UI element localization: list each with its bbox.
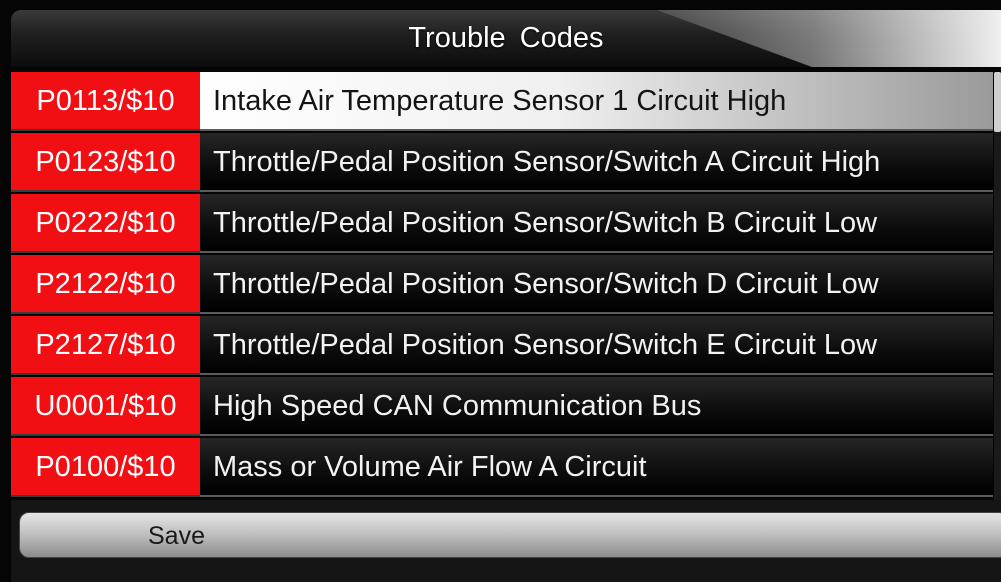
trouble-code-row[interactable]: P0113/$10 Intake Air Temperature Sensor … bbox=[11, 72, 993, 131]
trouble-code-row[interactable]: P0123/$10 Throttle/Pedal Position Sensor… bbox=[11, 133, 993, 192]
code-description: Intake Air Temperature Sensor 1 Circuit … bbox=[200, 72, 993, 131]
trouble-code-list: P0113/$10 Intake Air Temperature Sensor … bbox=[11, 72, 993, 500]
code-description: Throttle/Pedal Position Sensor/Switch A … bbox=[200, 133, 993, 192]
bottom-toolbar: Save bbox=[11, 500, 1001, 582]
save-button[interactable]: Save bbox=[19, 512, 1001, 558]
page-title: Trouble Codes bbox=[408, 22, 604, 54]
code-description: Throttle/Pedal Position Sensor/Switch D … bbox=[200, 255, 993, 314]
code-description: Throttle/Pedal Position Sensor/Switch E … bbox=[200, 316, 993, 375]
code-id: P0100/$10 bbox=[11, 438, 200, 497]
list-scrollbar[interactable] bbox=[994, 72, 1001, 500]
code-id: P2127/$10 bbox=[11, 316, 200, 375]
code-id: P2122/$10 bbox=[11, 255, 200, 314]
trouble-code-row[interactable]: P2122/$10 Throttle/Pedal Position Sensor… bbox=[11, 255, 993, 314]
scrollbar-thumb[interactable] bbox=[994, 72, 1001, 132]
trouble-code-row[interactable]: P0100/$10 Mass or Volume Air Flow A Circ… bbox=[11, 438, 993, 497]
trouble-codes-screen: Trouble Codes P0113/$10 Intake Air Tempe… bbox=[0, 0, 1001, 582]
trouble-code-row[interactable]: P2127/$10 Throttle/Pedal Position Sensor… bbox=[11, 316, 993, 375]
save-button-label: Save bbox=[148, 522, 205, 550]
trouble-code-row[interactable]: P0222/$10 Throttle/Pedal Position Sensor… bbox=[11, 194, 993, 253]
title-bar: Trouble Codes bbox=[11, 10, 1001, 67]
code-description: Throttle/Pedal Position Sensor/Switch B … bbox=[200, 194, 993, 253]
code-description: High Speed CAN Communication Bus bbox=[200, 377, 993, 436]
code-id: P0123/$10 bbox=[11, 133, 200, 192]
code-id: P0222/$10 bbox=[11, 194, 200, 253]
code-id: P0113/$10 bbox=[11, 72, 200, 131]
code-description: Mass or Volume Air Flow A Circuit bbox=[200, 438, 993, 497]
code-id: U0001/$10 bbox=[11, 377, 200, 436]
trouble-code-row[interactable]: U0001/$10 High Speed CAN Communication B… bbox=[11, 377, 993, 436]
